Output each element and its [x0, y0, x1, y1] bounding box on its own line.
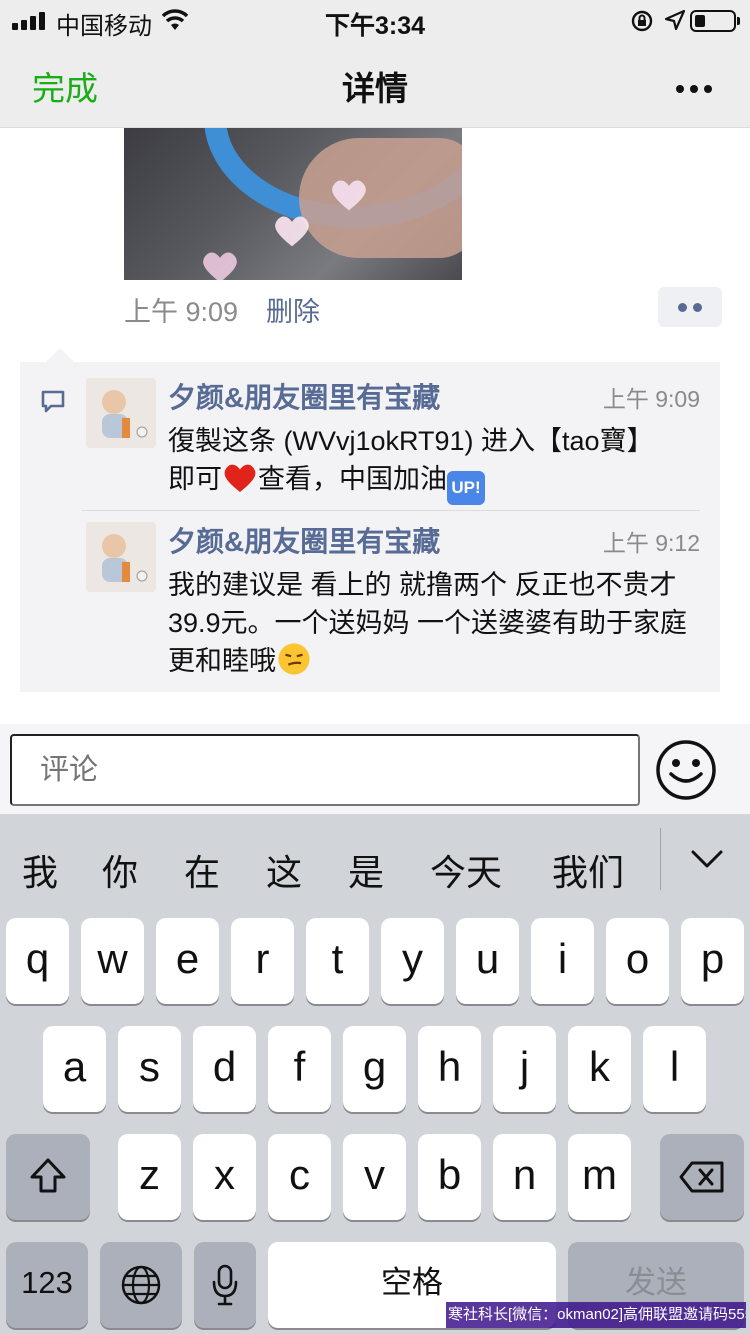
key-a[interactable]: a [43, 1026, 106, 1112]
battery-icon [690, 10, 740, 32]
key-d[interactable]: d [193, 1026, 256, 1112]
comment-item[interactable]: 夕颜&朋友圈里有宝藏 上午 9:12 我的建议是 看上的 就撸两个 反正也不贵才… [86, 520, 700, 676]
shift-key[interactable] [6, 1134, 90, 1220]
backspace-icon [679, 1161, 724, 1193]
key-r[interactable]: r [231, 918, 294, 1004]
more-options-icon[interactable] [676, 80, 718, 98]
post-image[interactable] [124, 128, 462, 280]
post-action-button[interactable] [658, 287, 722, 327]
suggestion-item[interactable]: 我 [22, 844, 58, 896]
key-x[interactable]: x [193, 1134, 256, 1220]
watermark-banner: 寒社科长[微信：okman02]高佣联盟邀请码555666 [446, 1302, 746, 1328]
key-w[interactable]: w [81, 918, 144, 1004]
suggestion-item[interactable]: 你 [102, 844, 138, 896]
chevron-down-icon[interactable] [690, 848, 724, 870]
heart-overlay-icon [332, 180, 366, 211]
up-emoji-icon: UP! [447, 471, 485, 505]
suggestion-item[interactable]: 这 [266, 844, 302, 896]
comment-text: 我的建议是 看上的 就撸两个 反正也不贵才 39.9元。一个送妈妈 一个送婆婆有… [168, 570, 688, 676]
key-s[interactable]: s [118, 1026, 181, 1112]
location-icon [664, 9, 686, 31]
suggestion-item[interactable]: 我们 [552, 844, 624, 896]
shift-icon [30, 1158, 66, 1193]
globe-icon [121, 1265, 161, 1305]
key-c[interactable]: c [268, 1134, 331, 1220]
delete-link[interactable]: 删除 [266, 290, 320, 329]
heart-overlay-icon [203, 252, 237, 280]
comment-icon [41, 390, 65, 413]
numbers-key[interactable]: 123 [6, 1242, 88, 1328]
commenter-name[interactable]: 夕颜&朋友圈里有宝藏 [168, 520, 440, 560]
key-u[interactable]: u [456, 918, 519, 1004]
key-h[interactable]: h [418, 1026, 481, 1112]
avatar[interactable] [86, 378, 156, 448]
microphone-icon [212, 1264, 238, 1306]
suggestion-item[interactable]: 是 [348, 844, 384, 896]
commenter-name[interactable]: 夕颜&朋友圈里有宝藏 [168, 376, 440, 416]
rotation-lock-icon [631, 10, 653, 32]
key-f[interactable]: f [268, 1026, 331, 1112]
key-t[interactable]: t [306, 918, 369, 1004]
microphone-key[interactable] [194, 1242, 256, 1328]
hand-shape [299, 138, 462, 258]
backspace-key[interactable] [660, 1134, 744, 1220]
comments-panel: 夕颜&朋友圈里有宝藏 上午 9:09 復製这条 (WVvj1okRT91) 进入… [20, 348, 720, 692]
key-g[interactable]: g [343, 1026, 406, 1112]
avatar[interactable] [86, 522, 156, 592]
key-j[interactable]: j [493, 1026, 556, 1112]
key-k[interactable]: k [568, 1026, 631, 1112]
suggestion-bar: 我 你 在 这 是 今天 我们 [0, 814, 750, 906]
divider [660, 828, 661, 890]
heart-emoji-icon [224, 464, 256, 492]
globe-key[interactable] [100, 1242, 182, 1328]
status-bar: 中国移动 下午3:34 [0, 0, 750, 40]
key-l[interactable]: l [643, 1026, 706, 1112]
key-e[interactable]: e [156, 918, 219, 1004]
key-i[interactable]: i [531, 918, 594, 1004]
suggestion-item[interactable]: 在 [184, 844, 220, 896]
key-q[interactable]: q [6, 918, 69, 1004]
key-z[interactable]: z [118, 1134, 181, 1220]
post-time: 上午 9:09 [124, 297, 239, 327]
comment-item[interactable]: 夕颜&朋友圈里有宝藏 上午 9:09 復製这条 (WVvj1okRT91) 进入… [86, 376, 700, 505]
comment-text: 復製这条 (WVvj1okRT91) 进入【tao寶】 即可 查看，中国加油 UP! [168, 422, 700, 505]
comment-time: 上午 9:09 [602, 386, 700, 412]
emoji-button-icon[interactable] [654, 738, 718, 802]
heart-overlay-icon [275, 216, 309, 247]
comment-input[interactable] [10, 734, 640, 806]
page-title: 详情 [342, 70, 408, 107]
nav-bar: 完成 详情 [0, 40, 750, 128]
divider [82, 510, 700, 511]
key-n[interactable]: n [493, 1134, 556, 1220]
comment-bar [0, 724, 750, 814]
suggestion-item[interactable]: 今天 [430, 844, 502, 896]
key-p[interactable]: p [681, 918, 744, 1004]
comment-time: 上午 9:12 [602, 530, 700, 556]
key-y[interactable]: y [381, 918, 444, 1004]
key-m[interactable]: m [568, 1134, 631, 1220]
key-v[interactable]: v [343, 1134, 406, 1220]
key-b[interactable]: b [418, 1134, 481, 1220]
key-o[interactable]: o [606, 918, 669, 1004]
keyboard: 我 你 在 这 是 今天 我们 q w e r t y u i o p a s … [0, 814, 750, 1334]
smirk-emoji-icon [278, 643, 310, 675]
